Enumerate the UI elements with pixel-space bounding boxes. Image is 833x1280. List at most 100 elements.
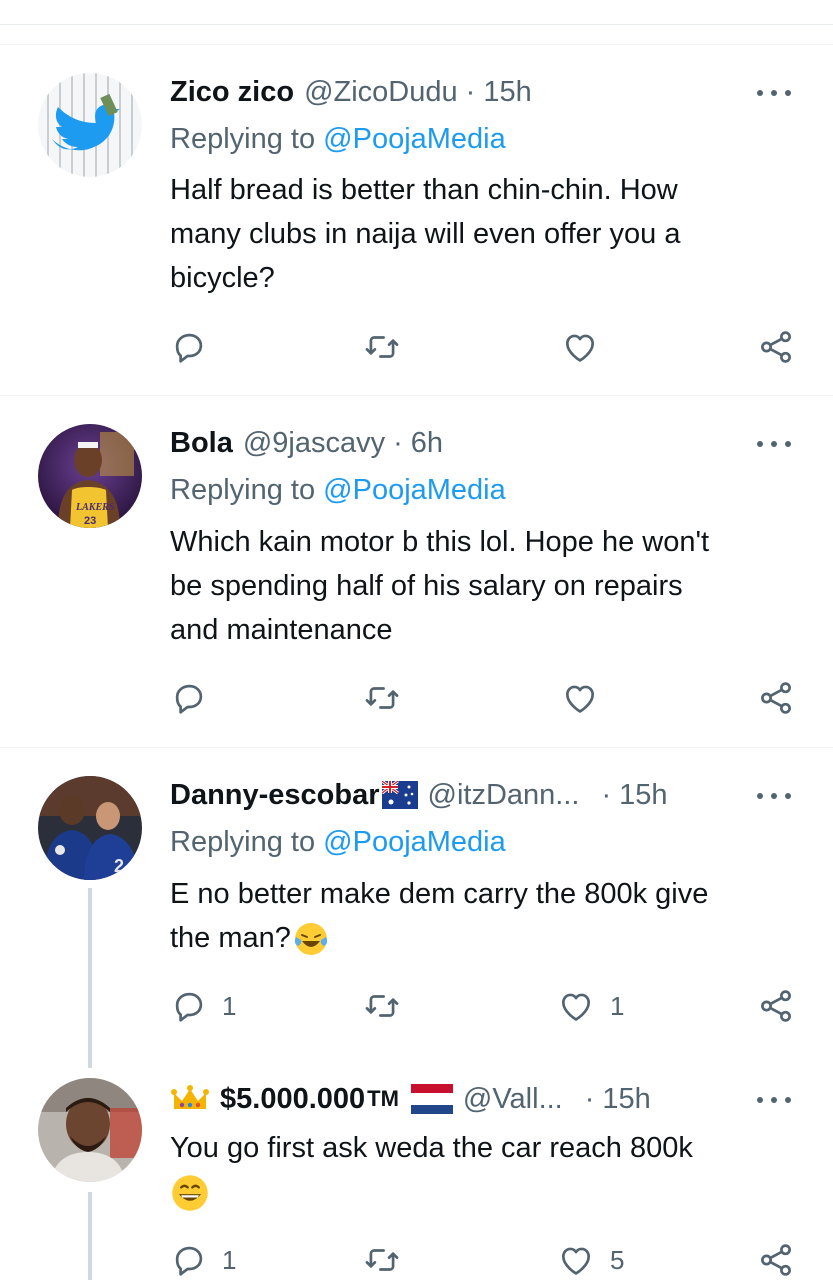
share-icon xyxy=(761,990,791,1022)
reply-icon xyxy=(175,1246,203,1276)
more-icon[interactable] xyxy=(757,1094,791,1106)
retweet-icon xyxy=(365,336,399,358)
tweet-text: Which kain motor b this lol. Hope he won… xyxy=(170,520,810,652)
trademark-suffix: TM xyxy=(367,1086,399,1111)
like-button[interactable] xyxy=(560,678,600,718)
mention-link[interactable]: @PoojaMedia xyxy=(323,826,506,858)
user-handle[interactable]: @9jascavy xyxy=(243,427,385,460)
tweet-header: Zico zico @ZicoDudu · 15h xyxy=(170,72,793,112)
retweet-button[interactable] xyxy=(362,678,402,718)
display-name[interactable]: Bola xyxy=(170,427,233,460)
like-icon xyxy=(561,1247,591,1275)
reply-count: 1 xyxy=(222,990,237,1021)
display-name[interactable]: Zico zico xyxy=(170,76,294,109)
reply-button[interactable]: 1 xyxy=(170,986,236,1026)
svg-text:2: 2 xyxy=(114,856,124,876)
tweet-header: Bola @9jascavy · 6h xyxy=(170,423,793,463)
action-bar: 1 1 xyxy=(170,986,810,1026)
timestamp[interactable]: 6h xyxy=(411,427,443,460)
tweet-zico[interactable]: Zico zico @ZicoDudu · 15h Replying to @P… xyxy=(0,45,833,395)
tweet-text-line-2: the man? xyxy=(170,916,810,960)
share-button[interactable] xyxy=(756,1240,796,1280)
timestamp[interactable]: 15h xyxy=(619,779,667,812)
action-bar: 1 5 xyxy=(170,1240,810,1280)
tweet-text-line: Which kain motor b this lol. Hope he won… xyxy=(170,526,710,558)
reply-icon xyxy=(175,992,203,1022)
replying-to-prefix: Replying to xyxy=(170,474,316,506)
avatar[interactable]: LAKERS 23 xyxy=(38,424,142,528)
replying-to-prefix: Replying to xyxy=(170,123,316,155)
avatar[interactable]: 2 xyxy=(38,776,142,880)
user-handle[interactable]: @itzDann... xyxy=(428,779,580,812)
more-icon[interactable] xyxy=(757,438,791,450)
tweet-header: $5.000.000 TM @Vall... · 15h xyxy=(170,1079,793,1119)
replying-to: Replying to @PoojaMedia xyxy=(170,123,506,156)
user-handle[interactable]: @Vall... xyxy=(463,1083,563,1116)
separator-dot: · xyxy=(601,778,612,811)
laughing-tears-emoji-icon xyxy=(294,923,328,956)
more-icon[interactable] xyxy=(757,87,791,99)
tweet-text-line: the man? xyxy=(170,922,291,954)
user-handle[interactable]: @ZicoDudu xyxy=(304,76,458,109)
timestamp[interactable]: 15h xyxy=(483,76,531,109)
replying-to: Replying to @PoojaMedia xyxy=(170,826,506,859)
more-icon[interactable] xyxy=(757,790,791,802)
like-button[interactable] xyxy=(560,327,600,367)
reply-count: 1 xyxy=(222,1244,237,1275)
reply-button[interactable] xyxy=(170,678,208,718)
action-bar xyxy=(170,327,810,367)
replying-to: Replying to @PoojaMedia xyxy=(170,474,506,507)
tweet-text-line: E no better make dem carry the 800k give xyxy=(170,878,709,910)
retweet-icon xyxy=(365,687,399,709)
tweet-text: Half bread is better than chin-chin. How… xyxy=(170,168,810,300)
share-icon xyxy=(761,1244,791,1276)
svg-text:LAKERS: LAKERS xyxy=(75,502,115,513)
tweet-text-line: bicycle? xyxy=(170,262,275,294)
tweet-text-line: and maintenance xyxy=(170,614,393,646)
svg-text:23: 23 xyxy=(84,515,96,527)
tweet-text-line: many clubs in naija will even offer you … xyxy=(170,218,681,250)
tweet-bola[interactable]: LAKERS 23 Bola @9jascavy · 6h Replying t… xyxy=(0,396,833,746)
retweet-button[interactable] xyxy=(362,986,402,1026)
like-icon xyxy=(565,334,595,362)
separator-dot: · xyxy=(393,426,403,459)
share-button[interactable] xyxy=(756,327,796,367)
share-button[interactable] xyxy=(756,678,796,718)
retweet-icon xyxy=(365,1249,399,1271)
tweet-text-line: Half bread is better than chin-chin. How xyxy=(170,174,678,206)
like-button[interactable]: 5 xyxy=(556,1240,624,1280)
tweet-header: Danny-escobar @itzDann... · 15h xyxy=(170,775,793,815)
tweet-text: E no better make dem carry the 800k give… xyxy=(170,872,810,960)
tweet-danny[interactable]: 2 Danny-escobar @itzDann... · 15h Replyi… xyxy=(0,748,833,1052)
display-name[interactable]: $5.000.000 xyxy=(220,1083,365,1116)
retweet-button[interactable] xyxy=(362,327,402,367)
like-icon xyxy=(565,685,595,713)
retweet-icon xyxy=(365,995,399,1017)
like-button[interactable]: 1 xyxy=(556,986,624,1026)
avatar[interactable] xyxy=(38,1078,142,1182)
action-bar xyxy=(170,678,810,718)
australia-flag-icon xyxy=(381,781,418,809)
share-icon xyxy=(761,331,791,363)
timestamp[interactable]: 15h xyxy=(602,1083,650,1116)
separator-dot: · xyxy=(584,1082,595,1115)
reply-icon xyxy=(175,333,203,363)
like-count: 5 xyxy=(610,1244,625,1275)
avatar[interactable] xyxy=(38,73,142,177)
tweet-text: You go first ask weda the car reach 800k xyxy=(170,1126,810,1214)
like-count: 1 xyxy=(610,990,625,1021)
share-icon xyxy=(761,682,791,714)
retweet-button[interactable] xyxy=(362,1240,402,1280)
reply-button[interactable] xyxy=(170,327,208,367)
tweet-five-million[interactable]: $5.000.000 TM @Vall... · 15h You go firs… xyxy=(0,1052,833,1280)
tweet-text-line-2 xyxy=(170,1170,810,1214)
separator-dot: · xyxy=(465,75,476,108)
mention-link[interactable]: @PoojaMedia xyxy=(323,123,506,155)
crown-emoji-icon xyxy=(171,1085,209,1109)
display-name[interactable]: Danny-escobar xyxy=(170,779,380,812)
reply-button[interactable]: 1 xyxy=(170,1240,236,1280)
mention-link[interactable]: @PoojaMedia xyxy=(323,474,506,506)
share-button[interactable] xyxy=(756,986,796,1026)
top-divider xyxy=(0,24,833,25)
tweet-text-line: be spending half of his salary on repair… xyxy=(170,570,683,602)
